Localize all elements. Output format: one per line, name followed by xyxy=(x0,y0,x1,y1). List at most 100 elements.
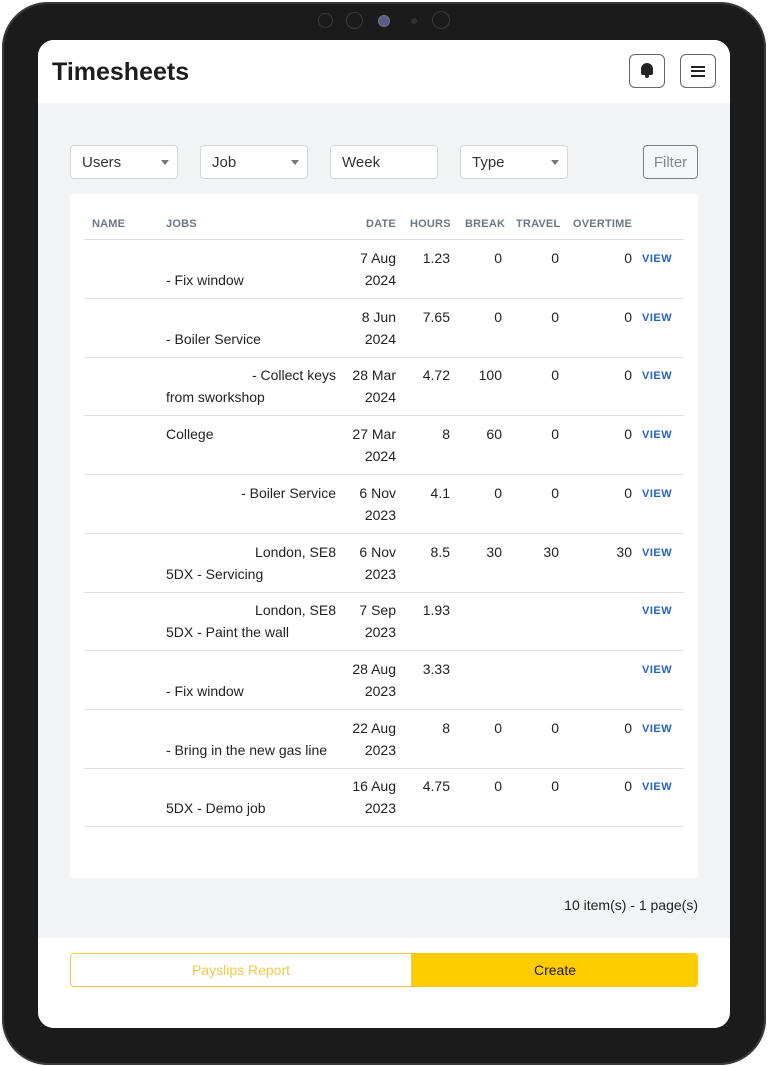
overtime-cell: 0 xyxy=(624,778,632,795)
bell-icon xyxy=(640,63,654,79)
notifications-button[interactable] xyxy=(629,54,665,88)
view-link[interactable]: VIEW xyxy=(642,248,672,270)
date-day: 16 Aug xyxy=(352,778,396,795)
type-select[interactable]: Type xyxy=(460,145,568,179)
view-link[interactable]: VIEW xyxy=(642,483,672,505)
date-cell: 7 Sep 2023 xyxy=(340,599,396,643)
job-text-line-2: 5DX - Servicing xyxy=(166,565,264,582)
overtime-cell: 0 xyxy=(624,426,632,443)
break-cell: 30 xyxy=(486,543,502,560)
chevron-down-icon xyxy=(291,160,299,165)
date-year: 2024 xyxy=(364,272,396,288)
create-button[interactable]: Create xyxy=(412,953,698,987)
job-text-line-2: 5DX - Demo job xyxy=(166,800,266,817)
date-day: 6 Nov xyxy=(359,543,396,560)
view-link[interactable]: VIEW xyxy=(642,776,672,798)
job-select[interactable]: Job xyxy=(200,145,308,179)
view-link[interactable]: VIEW xyxy=(642,542,672,564)
hours-cell: 4.72 xyxy=(422,367,450,384)
job-cell: London, SE8 5DX - Servicing xyxy=(166,541,336,585)
job-cell: - Bring in the new gas line xyxy=(166,717,336,761)
hours-cell: 3.33 xyxy=(422,660,450,677)
view-link[interactable]: VIEW xyxy=(642,718,672,740)
app-screen: Timesheets Users Job Week Type Filter NA… xyxy=(38,40,730,1028)
type-select-label: Type xyxy=(472,154,505,171)
hours-cell: 8.5 xyxy=(430,543,450,560)
week-input[interactable]: Week xyxy=(330,145,438,179)
date-year: 2024 xyxy=(364,330,396,347)
table-row: - Collect keys from sworkshop 28 Mar 202… xyxy=(84,357,684,417)
job-cell: London, SE8 5DX - Paint the wall xyxy=(166,599,336,643)
table-row: - Fix window 7 Aug 2024 1.23 0 0 0 VIEW xyxy=(84,240,684,299)
column-header-name: NAME xyxy=(92,218,126,230)
overtime-cell: 0 xyxy=(624,367,632,384)
date-day: 6 Nov xyxy=(359,484,396,501)
travel-cell: 0 xyxy=(551,367,559,384)
break-cell: 0 xyxy=(494,719,502,736)
job-text-line-1 xyxy=(166,658,336,680)
filter-button[interactable]: Filter xyxy=(643,145,698,179)
hours-cell: 1.93 xyxy=(422,602,450,619)
break-cell: 0 xyxy=(494,308,502,325)
users-select[interactable]: Users xyxy=(70,145,178,179)
hours-cell: 1.23 xyxy=(422,250,450,266)
travel-cell: 0 xyxy=(551,250,559,266)
view-link[interactable]: VIEW xyxy=(642,424,672,446)
job-text-line-1: - Collect keys xyxy=(251,367,336,384)
table-row: - Fix window 28 Aug 2023 3.33 VIEW xyxy=(84,651,684,710)
job-text-line-1: - Boiler Service xyxy=(241,484,336,501)
travel-cell: 0 xyxy=(551,778,559,795)
date-cell: 28 Aug 2023 xyxy=(340,658,396,702)
page-title: Timesheets xyxy=(52,58,190,86)
job-cell: - Fix window xyxy=(166,247,336,291)
job-text-line-2: - Fix window xyxy=(166,682,244,699)
date-year: 2024 xyxy=(364,448,396,465)
pagination-summary: 10 item(s) - 1 page(s) xyxy=(564,897,698,913)
break-cell: 0 xyxy=(494,484,502,501)
job-text-line-2: - Boiler Service xyxy=(166,330,261,347)
date-day: 28 Aug xyxy=(352,660,396,677)
overtime-cell: 0 xyxy=(624,719,632,736)
date-year: 2023 xyxy=(364,682,396,699)
table-row: 5DX - Demo job 16 Aug 2023 4.75 0 0 0 VI… xyxy=(84,768,684,828)
view-link[interactable]: VIEW xyxy=(642,659,672,681)
overtime-cell: 30 xyxy=(616,543,632,560)
travel-cell: 0 xyxy=(551,426,559,443)
sensor-icon xyxy=(432,11,450,29)
job-cell: - Boiler Service xyxy=(166,482,336,526)
job-text-line-2 xyxy=(166,504,336,526)
menu-button[interactable] xyxy=(680,54,716,88)
chevron-down-icon xyxy=(551,160,559,165)
column-header-travel: TRAVEL xyxy=(516,218,561,230)
job-cell: - Boiler Service xyxy=(166,306,336,350)
bottom-action-bar: Payslips Report Create xyxy=(38,938,730,1028)
date-cell: 6 Nov 2023 xyxy=(340,541,396,585)
view-link[interactable]: VIEW xyxy=(642,600,672,622)
date-year: 2023 xyxy=(364,506,396,523)
view-link[interactable]: VIEW xyxy=(642,307,672,329)
job-text-line-2: - Bring in the new gas line xyxy=(166,741,328,758)
date-year: 2024 xyxy=(364,389,396,406)
date-cell: 27 Mar 2024 xyxy=(340,423,396,467)
job-text-line-1: London, SE8 xyxy=(255,602,336,619)
date-cell: 6 Nov 2023 xyxy=(340,482,396,526)
table-row: - Boiler Service 8 Jun 2024 7.65 0 0 0 V… xyxy=(84,299,684,358)
sensor-icon xyxy=(346,12,363,29)
job-text-line-1 xyxy=(166,247,336,269)
table-row: - Boiler Service 6 Nov 2023 4.1 0 0 0 VI… xyxy=(84,475,684,534)
hours-cell: 7.65 xyxy=(422,308,450,325)
column-header-date: DATE xyxy=(366,218,396,230)
column-header-jobs: JOBS xyxy=(166,218,197,230)
column-header-break: BREAK xyxy=(465,218,506,230)
table-row: - Bring in the new gas line 22 Aug 2023 … xyxy=(84,710,684,769)
table-header: NAME JOBS DATE HOURS BREAK TRAVEL OVERTI… xyxy=(84,218,684,240)
view-link[interactable]: VIEW xyxy=(642,365,672,387)
overtime-cell: 0 xyxy=(624,250,632,266)
payslips-report-button[interactable]: Payslips Report xyxy=(70,953,412,987)
sensor-icon xyxy=(411,18,417,24)
column-header-overtime: OVERTIME xyxy=(573,218,633,230)
job-text-line-2: from sworkshop xyxy=(166,389,265,406)
break-cell: 60 xyxy=(486,426,502,443)
hamburger-icon xyxy=(691,65,705,77)
hours-cell: 4.75 xyxy=(422,778,450,795)
